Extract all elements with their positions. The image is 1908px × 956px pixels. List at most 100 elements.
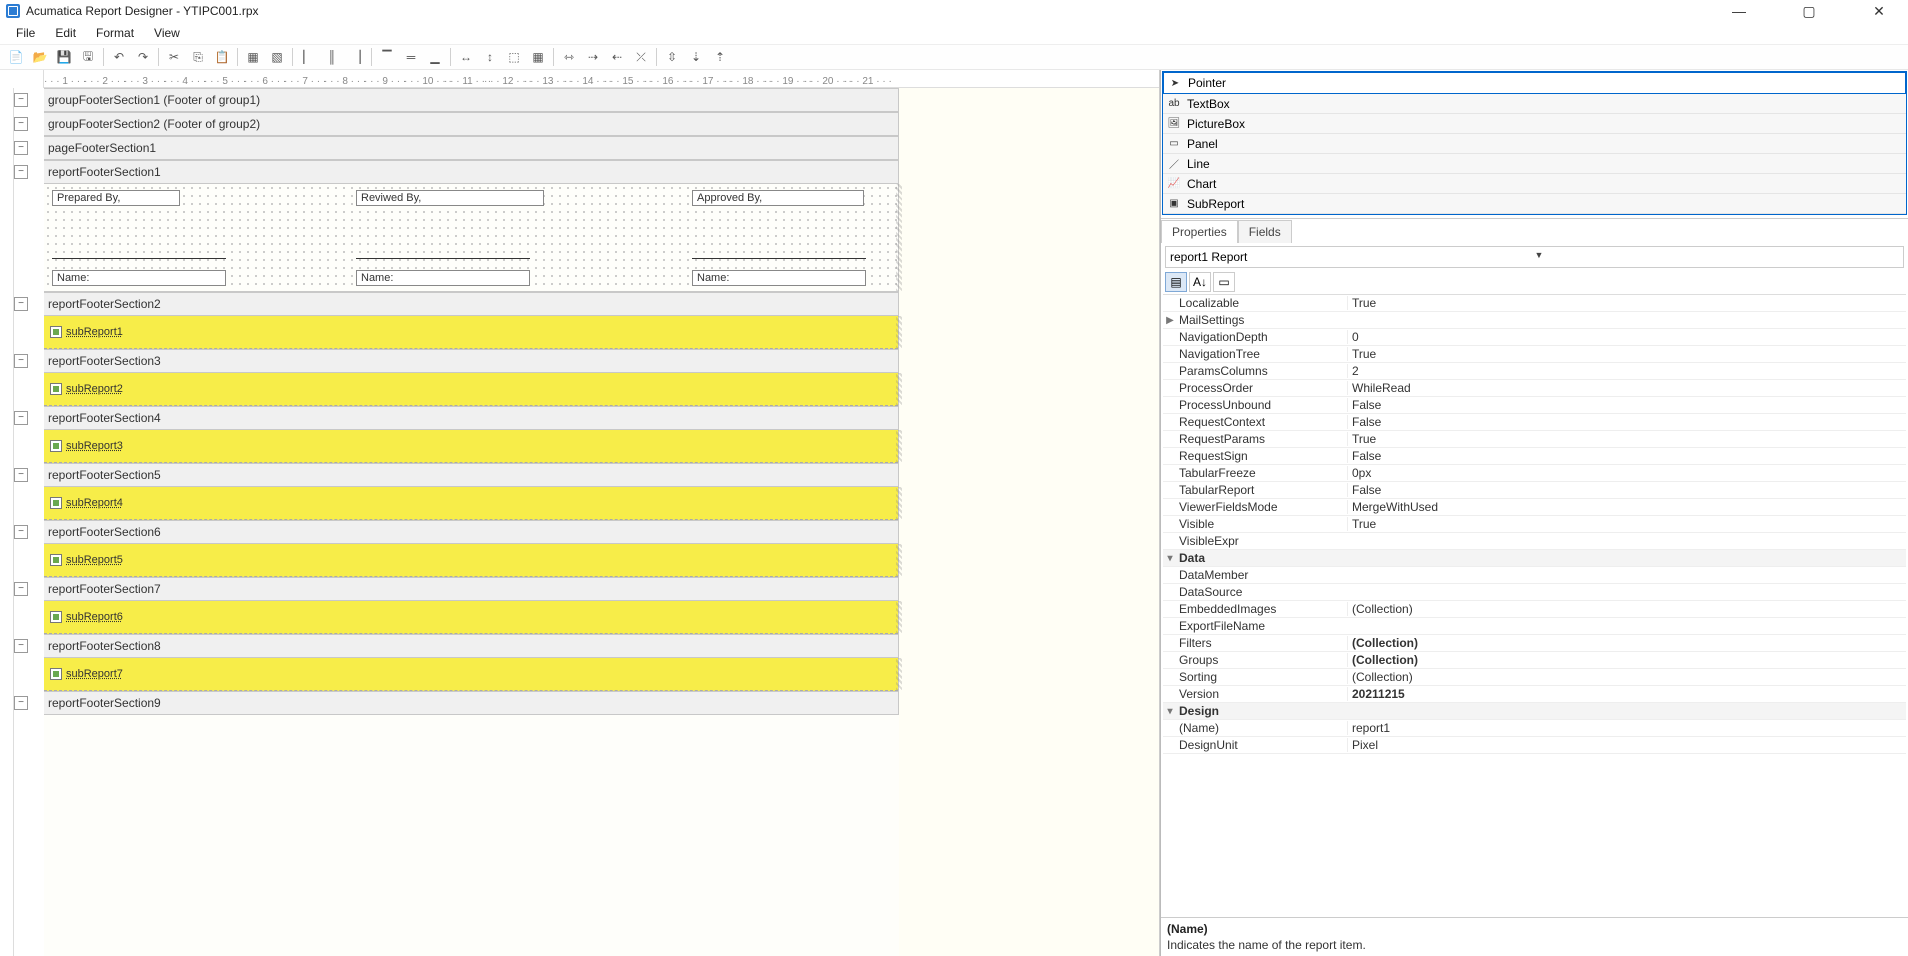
property-row[interactable]: LocalizableTrue: [1163, 295, 1906, 312]
textbox[interactable]: Approved By,: [692, 190, 864, 206]
vspace-inc-icon[interactable]: ⇣: [685, 46, 707, 68]
section-body[interactable]: subReport2: [44, 373, 899, 406]
property-row[interactable]: DataMember: [1163, 567, 1906, 584]
subreport[interactable]: subReport2: [44, 373, 898, 406]
textbox[interactable]: Reviwed By,: [356, 190, 544, 206]
object-selector[interactable]: report1 Report ▼: [1165, 246, 1904, 268]
property-row[interactable]: RequestContextFalse: [1163, 414, 1906, 431]
tab-properties[interactable]: Properties: [1161, 220, 1238, 243]
toolbox-item-panel[interactable]: ▭Panel: [1163, 134, 1906, 154]
section-header[interactable]: −reportFooterSection9: [44, 691, 899, 715]
property-category[interactable]: ▾Data: [1163, 550, 1906, 567]
textbox[interactable]: Prepared By,: [52, 190, 180, 206]
save-to-server-icon[interactable]: 🖫: [77, 46, 99, 68]
property-row[interactable]: Version20211215: [1163, 686, 1906, 703]
redo-icon[interactable]: ↷: [132, 46, 154, 68]
toolbox-item-subreport[interactable]: ▣SubReport: [1163, 194, 1906, 214]
subreport[interactable]: subReport1: [44, 316, 898, 349]
section-body[interactable]: Prepared By, Reviwed By, Approved By, Name:…: [44, 184, 899, 292]
maximize-button[interactable]: ▢: [1786, 0, 1832, 22]
subreport[interactable]: subReport6: [44, 601, 898, 634]
menu-edit[interactable]: Edit: [45, 23, 86, 43]
paste-icon[interactable]: 📋: [211, 46, 233, 68]
section-header[interactable]: −reportFooterSection3: [44, 349, 899, 373]
property-row[interactable]: NavigationDepth0: [1163, 329, 1906, 346]
property-value[interactable]: MergeWithUsed: [1347, 500, 1906, 514]
property-row[interactable]: DesignUnitPixel: [1163, 737, 1906, 754]
bring-front-icon[interactable]: ▦: [242, 46, 264, 68]
property-row[interactable]: ViewerFieldsModeMergeWithUsed: [1163, 499, 1906, 516]
property-value[interactable]: False: [1347, 449, 1906, 463]
property-row[interactable]: TabularReportFalse: [1163, 482, 1906, 499]
property-value[interactable]: Pixel: [1347, 738, 1906, 752]
textbox[interactable]: Name:: [692, 270, 866, 286]
property-row[interactable]: ProcessUnboundFalse: [1163, 397, 1906, 414]
section-header[interactable]: −groupFooterSection1 (Footer of group1): [44, 88, 899, 112]
subreport[interactable]: subReport7: [44, 658, 898, 691]
same-width-icon[interactable]: ↔: [455, 46, 477, 68]
property-row[interactable]: VisibleTrue: [1163, 516, 1906, 533]
property-row[interactable]: Sorting(Collection): [1163, 669, 1906, 686]
categorized-icon[interactable]: ▤: [1165, 272, 1187, 292]
section-toggle-icon[interactable]: −: [14, 93, 28, 107]
property-row[interactable]: ▶MailSettings: [1163, 312, 1906, 329]
section-header[interactable]: −pageFooterSection1: [44, 136, 899, 160]
section-header[interactable]: −reportFooterSection5: [44, 463, 899, 487]
align-middle-icon[interactable]: ═: [400, 46, 422, 68]
same-size-icon[interactable]: ⬚: [503, 46, 525, 68]
alphabetical-icon[interactable]: A↓: [1189, 272, 1211, 292]
property-value[interactable]: 20211215: [1347, 687, 1906, 701]
menu-format[interactable]: Format: [86, 23, 144, 43]
copy-icon[interactable]: ⎘: [187, 46, 209, 68]
size-to-grid-icon[interactable]: ▦: [527, 46, 549, 68]
close-button[interactable]: ✕: [1856, 0, 1902, 22]
align-left-icon[interactable]: ▏: [297, 46, 319, 68]
section-header[interactable]: −reportFooterSection7: [44, 577, 899, 601]
property-category[interactable]: ▾Design: [1163, 703, 1906, 720]
property-row[interactable]: ExportFileName: [1163, 618, 1906, 635]
subreport[interactable]: subReport5: [44, 544, 898, 577]
align-bottom-icon[interactable]: ▁: [424, 46, 446, 68]
property-row[interactable]: (Name)report1: [1163, 720, 1906, 737]
save-icon[interactable]: 💾: [53, 46, 75, 68]
property-value[interactable]: (Collection): [1347, 636, 1906, 650]
property-value[interactable]: (Collection): [1347, 670, 1906, 684]
undo-icon[interactable]: ↶: [108, 46, 130, 68]
property-value[interactable]: True: [1347, 432, 1906, 446]
section-toggle-icon[interactable]: −: [14, 525, 28, 539]
align-right-icon[interactable]: ▕: [345, 46, 367, 68]
toolbox-item-line[interactable]: ／Line: [1163, 154, 1906, 174]
subreport[interactable]: subReport3: [44, 430, 898, 463]
new-icon[interactable]: 📄: [5, 46, 27, 68]
cut-icon[interactable]: ✂: [163, 46, 185, 68]
section-toggle-icon[interactable]: −: [14, 639, 28, 653]
property-value[interactable]: WhileRead: [1347, 381, 1906, 395]
property-value[interactable]: False: [1347, 483, 1906, 497]
section-body[interactable]: subReport4: [44, 487, 899, 520]
property-row[interactable]: Groups(Collection): [1163, 652, 1906, 669]
property-value[interactable]: True: [1347, 347, 1906, 361]
section-toggle-icon[interactable]: −: [14, 297, 28, 311]
same-height-icon[interactable]: ↕: [479, 46, 501, 68]
minimize-button[interactable]: —: [1716, 0, 1762, 22]
property-value[interactable]: 0px: [1347, 466, 1906, 480]
textbox[interactable]: Name:: [52, 270, 226, 286]
section-toggle-icon[interactable]: −: [14, 696, 28, 710]
property-pages-icon[interactable]: ▭: [1213, 272, 1235, 292]
section-header[interactable]: −reportFooterSection4: [44, 406, 899, 430]
line[interactable]: [52, 258, 226, 259]
toolbox-item-textbox[interactable]: abTextBox: [1163, 94, 1906, 114]
section-toggle-icon[interactable]: −: [14, 354, 28, 368]
section-body[interactable]: subReport6: [44, 601, 899, 634]
menu-view[interactable]: View: [144, 23, 190, 43]
textbox[interactable]: Name:: [356, 270, 530, 286]
property-row[interactable]: Filters(Collection): [1163, 635, 1906, 652]
section-header[interactable]: −reportFooterSection2: [44, 292, 899, 316]
property-grid[interactable]: LocalizableTrue▶MailSettingsNavigationDe…: [1163, 294, 1906, 917]
toolbox-item-chart[interactable]: 📈Chart: [1163, 174, 1906, 194]
section-toggle-icon[interactable]: −: [14, 141, 28, 155]
section-toggle-icon[interactable]: −: [14, 582, 28, 596]
hspace-equal-icon[interactable]: ⇿: [558, 46, 580, 68]
open-icon[interactable]: 📂: [29, 46, 51, 68]
line[interactable]: [692, 258, 866, 259]
